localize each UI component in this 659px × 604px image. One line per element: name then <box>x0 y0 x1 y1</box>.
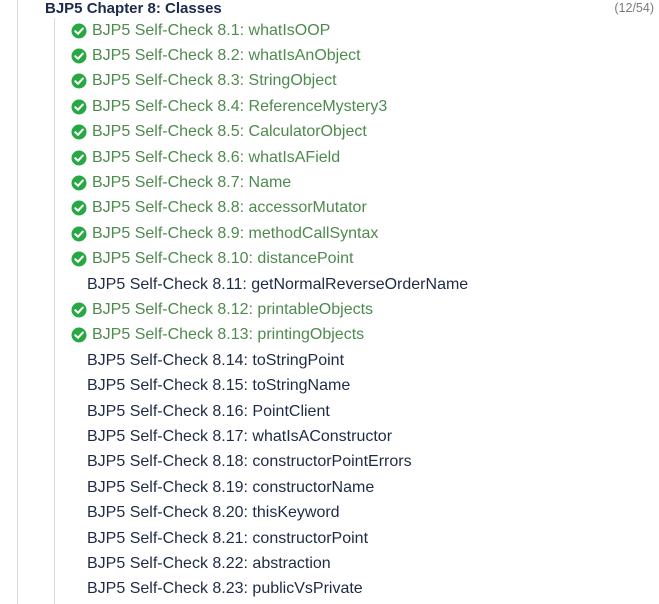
check-circle-icon <box>71 251 87 267</box>
check-circle-icon <box>71 226 87 242</box>
problem-item[interactable]: BJP5 Self-Check 8.12: printableObjects <box>71 297 468 322</box>
problem-item[interactable]: BJP5 Self-Check 8.11: getNormalReverseOr… <box>71 272 468 297</box>
problem-title-link[interactable]: BJP5 Self-Check 8.20: thisKeyword <box>87 504 340 522</box>
problem-title-link[interactable]: BJP5 Self-Check 8.14: toStringPoint <box>87 352 344 370</box>
problem-list: BJP5 Self-Check 8.1: whatIsOOP BJP5 Self-… <box>71 18 468 602</box>
problem-item[interactable]: BJP5 Self-Check 8.13: printingObjects <box>71 323 468 348</box>
problem-item[interactable]: BJP5 Self-Check 8.17: whatIsAConstructor <box>71 424 468 449</box>
problem-title-link[interactable]: BJP5 Self-Check 8.8: accessorMutator <box>92 199 367 217</box>
problem-title-link[interactable]: BJP5 Self-Check 8.22: abstraction <box>87 555 331 573</box>
problem-item[interactable]: BJP5 Self-Check 8.21: constructorPoint <box>71 526 468 551</box>
problem-title-link[interactable]: BJP5 Self-Check 8.12: printableObjects <box>92 301 373 319</box>
check-circle-icon <box>71 48 87 64</box>
problem-title-link[interactable]: BJP5 Self-Check 8.4: ReferenceMystery3 <box>92 98 387 116</box>
problem-title-link[interactable]: BJP5 Self-Check 8.11: getNormalReverseOr… <box>87 276 468 294</box>
problem-title-link[interactable]: BJP5 Self-Check 8.21: constructorPoint <box>87 530 368 548</box>
check-circle-icon <box>71 150 87 166</box>
problem-item[interactable]: BJP5 Self-Check 8.6: whatIsAField <box>71 145 468 170</box>
problem-item[interactable]: BJP5 Self-Check 8.20: thisKeyword <box>71 500 468 525</box>
problem-title-link[interactable]: BJP5 Self-Check 8.2: whatIsAnObject <box>92 47 361 65</box>
check-circle-icon <box>71 124 87 140</box>
problem-title-link[interactable]: BJP5 Self-Check 8.10: distancePoint <box>92 250 353 268</box>
outer-divider-line <box>17 0 18 604</box>
problem-title-link[interactable]: BJP5 Self-Check 8.13: printingObjects <box>92 326 364 344</box>
inner-divider-line <box>54 18 55 604</box>
problem-item[interactable]: BJP5 Self-Check 8.7: Name <box>71 170 468 195</box>
problem-item[interactable]: BJP5 Self-Check 8.9: methodCallSyntax <box>71 221 468 246</box>
problem-item[interactable]: BJP5 Self-Check 8.3: StringObject <box>71 69 468 94</box>
problem-item[interactable]: BJP5 Self-Check 8.10: distancePoint <box>71 247 468 272</box>
problem-item[interactable]: BJP5 Self-Check 8.18: constructorPointEr… <box>71 450 468 475</box>
problem-title-link[interactable]: BJP5 Self-Check 8.5: CalculatorObject <box>92 123 367 141</box>
problem-item[interactable]: BJP5 Self-Check 8.2: whatIsAnObject <box>71 43 468 68</box>
check-circle-icon <box>71 302 87 318</box>
problem-item[interactable]: BJP5 Self-Check 8.23: publicVsPrivate <box>71 577 468 602</box>
problem-item[interactable]: BJP5 Self-Check 8.14: toStringPoint <box>71 348 468 373</box>
problem-item[interactable]: BJP5 Self-Check 8.1: whatIsOOP <box>71 18 468 43</box>
problem-item[interactable]: BJP5 Self-Check 8.22: abstraction <box>71 551 468 576</box>
problem-item[interactable]: BJP5 Self-Check 8.4: ReferenceMystery3 <box>71 94 468 119</box>
problem-title-link[interactable]: BJP5 Self-Check 8.15: toStringName <box>87 377 350 395</box>
problem-title-link[interactable]: BJP5 Self-Check 8.23: publicVsPrivate <box>87 580 363 598</box>
problem-title-link[interactable]: BJP5 Self-Check 8.7: Name <box>92 174 291 192</box>
chapter-progress-count: (12/54) <box>614 1 654 15</box>
problem-title-link[interactable]: BJP5 Self-Check 8.16: PointClient <box>87 403 330 421</box>
problem-title-link[interactable]: BJP5 Self-Check 8.3: StringObject <box>92 72 337 90</box>
problem-title-link[interactable]: BJP5 Self-Check 8.9: methodCallSyntax <box>92 225 378 243</box>
check-circle-icon <box>71 23 87 39</box>
check-circle-icon <box>71 99 87 115</box>
problem-item[interactable]: BJP5 Self-Check 8.19: constructorName <box>71 475 468 500</box>
check-circle-icon <box>71 200 87 216</box>
problem-title-link[interactable]: BJP5 Self-Check 8.6: whatIsAField <box>92 149 340 167</box>
check-circle-icon <box>71 175 87 191</box>
problem-item[interactable]: BJP5 Self-Check 8.8: accessorMutator <box>71 196 468 221</box>
problem-title-link[interactable]: BJP5 Self-Check 8.18: constructorPointEr… <box>87 453 412 471</box>
problem-item[interactable]: BJP5 Self-Check 8.15: toStringName <box>71 373 468 398</box>
problem-title-link[interactable]: BJP5 Self-Check 8.1: whatIsOOP <box>92 22 330 40</box>
problem-item[interactable]: BJP5 Self-Check 8.5: CalculatorObject <box>71 120 468 145</box>
problem-title-link[interactable]: BJP5 Self-Check 8.19: constructorName <box>87 479 374 497</box>
check-circle-icon <box>71 327 87 343</box>
check-circle-icon <box>71 73 87 89</box>
problem-item[interactable]: BJP5 Self-Check 8.16: PointClient <box>71 399 468 424</box>
problem-title-link[interactable]: BJP5 Self-Check 8.17: whatIsAConstructor <box>87 428 392 446</box>
chapter-title[interactable]: BJP5 Chapter 8: Classes <box>45 0 222 18</box>
